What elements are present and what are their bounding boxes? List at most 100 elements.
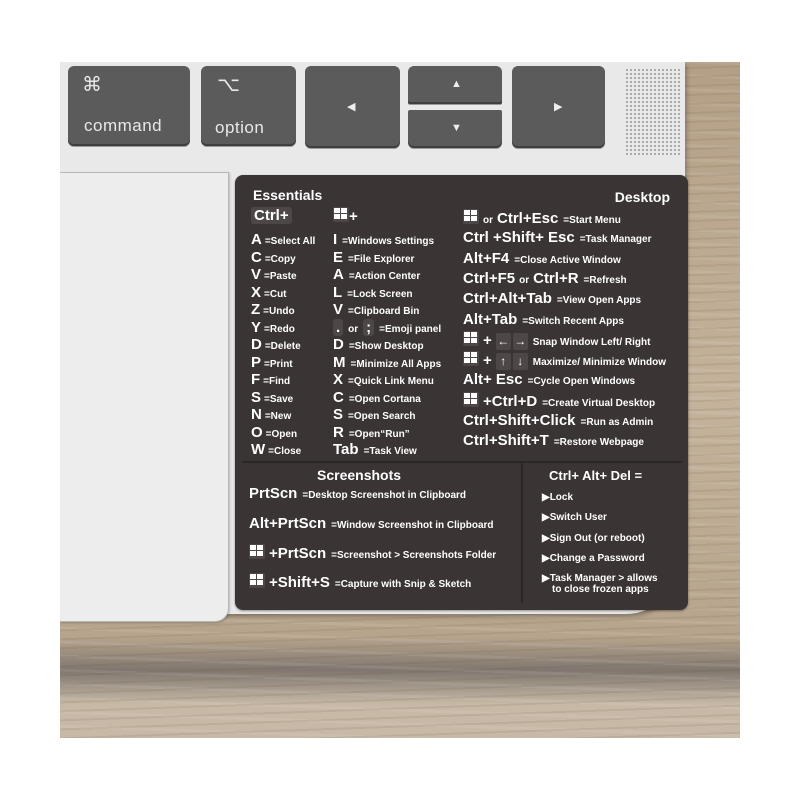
shortcut-desc: Snap Window Left/ Right: [532, 336, 651, 348]
or-text: or: [483, 215, 493, 226]
shortcut-key: PrtScn: [249, 485, 298, 502]
shortcut-key: E: [333, 248, 344, 266]
bullet-icon: ▶: [542, 573, 550, 585]
shortcut-key: Alt+F4: [463, 249, 510, 267]
ctrl-shortcut-row: P =Print: [251, 354, 293, 373]
trackpad[interactable]: [60, 172, 229, 622]
shortcut-key: A: [333, 266, 344, 283]
arrow-right-icon: →: [512, 332, 528, 350]
shortcut-desc: =Start Menu: [563, 215, 621, 226]
desktop-shortcut-row: Ctrl +Shift+ Esc =Task Manager: [463, 229, 652, 248]
shortcut-desc: =Print: [264, 358, 293, 370]
option-key-label: option: [215, 118, 265, 137]
desktop-shortcut-row: +Ctrl+D =Create Virtual Desktop: [463, 391, 656, 412]
ctrl-alt-del-option: Change a Password: [549, 552, 645, 564]
arrow-up-icon: ↑: [495, 353, 511, 371]
option-key[interactable]: ⌥ option: [201, 66, 296, 146]
shortcut-desc: =Paste: [264, 271, 297, 282]
shortcut-key: Alt+ Esc: [463, 371, 523, 389]
screenshots-title: Screenshots: [317, 467, 402, 483]
windows-icon: [463, 209, 479, 224]
left-arrow-key[interactable]: ◀: [305, 66, 400, 148]
shortcut-desc: =Copy: [264, 253, 296, 265]
shortcut-desc: =Emoji panel: [379, 323, 442, 335]
shortcut-desc: =Task View: [363, 446, 417, 457]
shortcut-desc: =Save: [264, 393, 294, 405]
shortcut-key: Y: [251, 318, 262, 336]
desktop-shortcut-row: Ctrl+F5 or Ctrl+R =Refresh: [463, 270, 627, 289]
shortcut-key: C: [251, 248, 262, 266]
shortcut-desc: =Undo: [263, 306, 295, 317]
ctrl-alt-del-title: Ctrl+ Alt+ Del =: [549, 468, 643, 483]
shortcut-key: L: [333, 283, 343, 301]
shortcut-key: Ctrl +Shift+ Esc: [463, 229, 575, 247]
shortcut-desc: =Windows Settings: [342, 236, 435, 247]
desktop-shortcut-row: Alt+F4 =Close Active Window: [463, 250, 621, 269]
win-shortcut-row: A =Action Center: [333, 266, 420, 285]
laptop-body: ⌘ command ⌥ option ◀ ▲ ▼ ▶ Essentials Ct…: [60, 62, 688, 622]
shortcut-key: +PrtScn: [269, 545, 327, 562]
shortcut-key: F: [251, 371, 261, 388]
desktop-shortcut-row: + ↑ ↓ Maximize/ Minimize Window: [463, 351, 666, 371]
ctrl-header: Ctrl+: [251, 207, 292, 224]
desktop-shortcut-row: Ctrl+Shift+T =Restore Webpage: [463, 432, 644, 451]
shortcut-key: Ctrl+F5: [463, 269, 516, 287]
windows-icon: [463, 351, 479, 367]
shortcut-desc: =Minimize All Apps: [350, 358, 442, 370]
shortcut-key: Ctrl+Shift+Click: [463, 412, 576, 429]
bullet-icon: ▶: [542, 492, 550, 503]
ctrl-shortcut-row: S =Save: [251, 389, 293, 408]
command-icon: ⌘: [82, 74, 102, 96]
screenshot-shortcut-row: +Shift+S =Capture with Snip & Sketch: [249, 573, 471, 593]
right-arrow-icon: ▶: [554, 101, 563, 113]
shortcut-desc: =New: [264, 411, 292, 422]
right-arrow-key[interactable]: ▶: [512, 66, 605, 148]
shortcut-key: Ctrl+Esc: [497, 210, 559, 227]
shortcut-key: Tab: [333, 441, 359, 458]
win-shortcut-row: D =Show Desktop: [333, 336, 424, 355]
shortcut-desc: =Open“Run”: [348, 428, 410, 440]
arrow-left-icon: ←: [495, 332, 511, 350]
command-key-label: command: [84, 116, 163, 135]
win-header: +: [333, 207, 358, 225]
down-arrow-icon: ▼: [451, 122, 462, 134]
ctrl-alt-del-option: Task Manager > allows: [549, 573, 658, 585]
shortcut-key: +Ctrl+D: [483, 392, 538, 410]
shortcut-key: Ctrl+Shift+T: [463, 432, 549, 450]
shortcut-key: S: [251, 388, 262, 406]
shortcut-desc: =Cycle Open Windows: [527, 376, 636, 388]
down-arrow-key[interactable]: ▼: [408, 110, 502, 148]
ctrl-shortcut-row: V =Paste: [251, 266, 297, 285]
shortcut-key: V: [251, 266, 262, 283]
shortcut-desc: =Cut: [264, 288, 287, 300]
command-key[interactable]: ⌘ command: [68, 66, 190, 146]
desktop-shortcut-row: Alt+Tab =Switch Recent Apps: [463, 311, 624, 330]
shortcut-desc: =Create Virtual Desktop: [542, 397, 656, 409]
shortcut-desc: =Open Cortana: [348, 393, 421, 405]
section-divider-vertical: [521, 463, 523, 603]
up-arrow-key[interactable]: ▲: [408, 66, 502, 104]
shortcut-desc: =Show Desktop: [348, 341, 424, 352]
shortcut-desc: =Open Search: [348, 411, 416, 422]
win-shortcut-row: . or; =Emoji panel: [333, 318, 442, 338]
desktop-title: Desktop: [614, 189, 670, 205]
bullet-icon: ▶: [542, 512, 550, 524]
windows-icon: [463, 330, 479, 346]
shortcut-key: M: [333, 353, 346, 371]
shortcut-key: A: [251, 231, 262, 248]
shortcut-desc: =Run as Admin: [580, 417, 654, 428]
ctrl-shortcut-row: W =Close: [251, 441, 301, 460]
screenshot-shortcut-row: PrtScn =Desktop Screenshot in Clipboard: [249, 485, 466, 504]
shortcut-desc: =View Open Apps: [556, 295, 642, 307]
windows-icon: [463, 391, 479, 407]
ctrl-shortcut-row: A =Select All: [251, 231, 315, 250]
shortcut-desc: =Close: [268, 446, 302, 457]
plus-text: +: [483, 331, 492, 349]
desktop-shortcut-row: Ctrl+Alt+Tab =View Open Apps: [463, 290, 641, 309]
up-arrow-icon: ▲: [451, 78, 462, 90]
screenshot-shortcut-row: +PrtScn =Screenshot > Screenshots Folder: [249, 544, 496, 564]
desktop-shortcut-row: + ← → Snap Window Left/ Right: [463, 330, 651, 351]
windows-icon: [333, 207, 349, 222]
shortcut-sticker: Essentials Ctrl+ + A =Select All C =Copy V =P…: [235, 175, 688, 610]
shortcut-desc: =Desktop Screenshot in Clipboard: [302, 490, 467, 501]
